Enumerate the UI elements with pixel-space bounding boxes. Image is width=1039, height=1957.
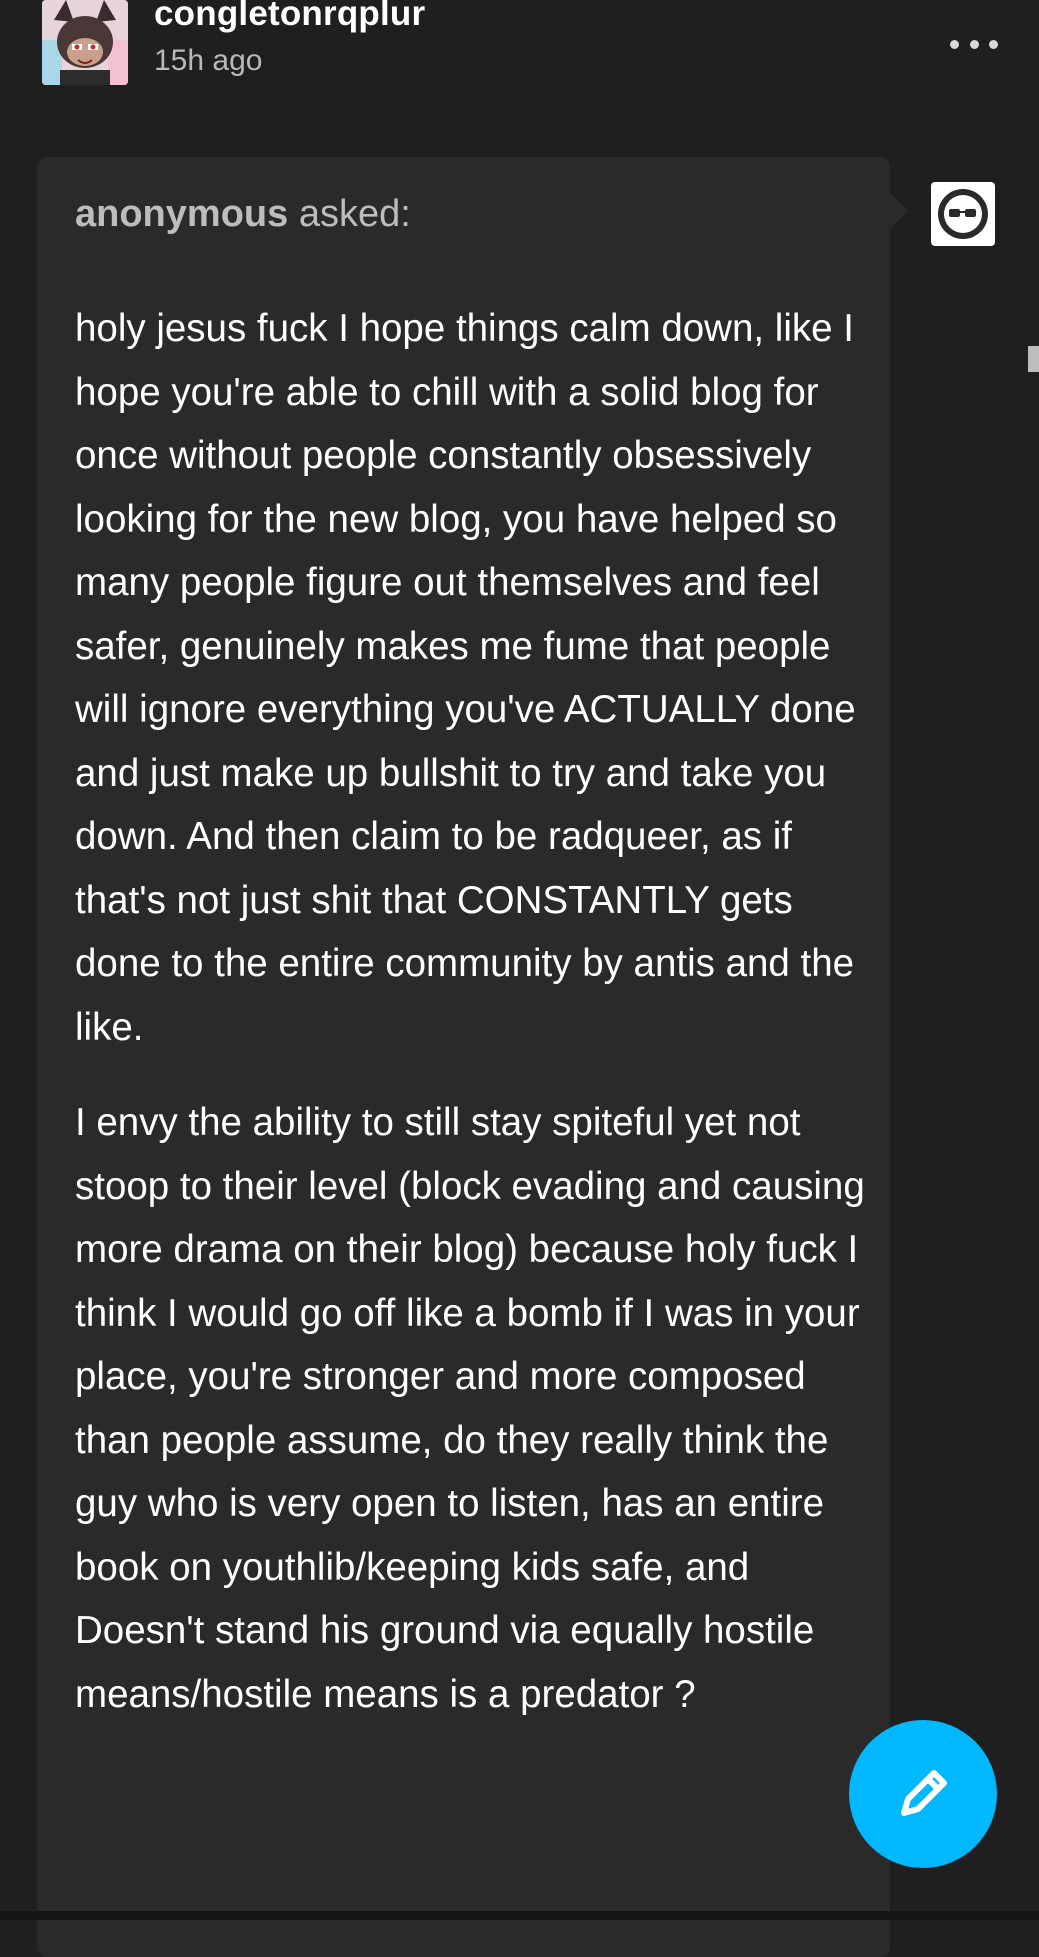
more-options-icon[interactable] xyxy=(950,34,998,54)
dot xyxy=(989,39,998,49)
anonymous-avatar-graphic xyxy=(938,189,988,239)
blog-avatar[interactable] xyxy=(42,0,128,85)
asker-line: anonymous asked: xyxy=(75,193,411,236)
bottom-bar-edge xyxy=(0,1911,1039,1920)
scrollbar-thumb[interactable] xyxy=(1028,346,1039,372)
dot xyxy=(969,39,979,49)
asker-name: anonymous xyxy=(75,193,289,235)
compose-button[interactable] xyxy=(849,1720,997,1868)
question-body: holy jesus fuck I hope things calm down,… xyxy=(75,297,875,1758)
blog-username[interactable]: congletonrqplur xyxy=(154,0,425,34)
asked-label: asked: xyxy=(298,193,411,235)
post-timestamp: 15h ago xyxy=(154,44,263,77)
avatar-image xyxy=(42,0,128,85)
ask-bubble: anonymous asked: holy jesus fuck I hope … xyxy=(37,157,908,1957)
post-header: congletonrqplur 15h ago xyxy=(0,0,1039,110)
dot xyxy=(950,39,959,49)
question-paragraph: I envy the ability to still stay spitefu… xyxy=(75,1101,865,1716)
pencil-icon xyxy=(901,1770,947,1816)
anonymous-sunglasses-icon[interactable] xyxy=(931,182,995,246)
question-paragraph: holy jesus fuck I hope things calm down,… xyxy=(75,307,856,1049)
